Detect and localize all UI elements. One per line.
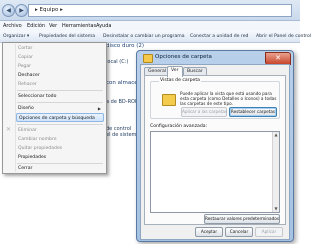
- button-label: Aplicar a las carpetas: [182, 109, 228, 114]
- map-network-drive-button[interactable]: Conectar a unidad de red: [190, 31, 248, 42]
- menu-herramientas[interactable]: Herramientas: [62, 21, 96, 31]
- button-label: Aceptar: [200, 229, 218, 234]
- menu-item-label: Propiedades: [18, 155, 47, 160]
- uninstall-program-button[interactable]: Desinstalar o cambiar un programa: [103, 31, 185, 42]
- menu-item-label: Eliminar: [18, 128, 37, 133]
- menu-item-label: Cerrar: [18, 166, 33, 171]
- apply-button[interactable]: Aplicar: [255, 227, 283, 237]
- button-label: Restablecer carpetas: [230, 109, 276, 114]
- advanced-settings-label: Configuración avanzada:: [150, 124, 208, 129]
- menu-item-label: Rehacer: [18, 82, 37, 87]
- menu-item-folder-options[interactable]: Opciones de carpeta y búsqueda: [16, 113, 104, 122]
- open-control-panel-button[interactable]: Abrir el Panel de control: [256, 31, 311, 42]
- menu-item-label: Copiar: [18, 55, 33, 60]
- tab-label: Buscar: [187, 69, 203, 74]
- local-disk-label[interactable]: local (C:): [106, 59, 128, 65]
- menu-separator: [17, 90, 103, 91]
- system-panel-fragment: el de sistema: [106, 132, 140, 138]
- menu-separator: [17, 102, 103, 103]
- address-bar: ◀ ▶ ▸ Equipo ▸: [0, 0, 300, 21]
- menu-item-label: Cortar: [18, 46, 33, 51]
- menu-archivo[interactable]: Archivo: [3, 21, 22, 31]
- scroll-down-icon[interactable]: ▼: [273, 206, 279, 212]
- close-glyph: ✕: [275, 54, 281, 62]
- menu-item-label: Diseño: [18, 106, 34, 111]
- menu-item-copy[interactable]: Copiar: [16, 53, 104, 62]
- ok-button[interactable]: Aceptar: [195, 227, 223, 237]
- button-label: Restaurar valores predeterminados: [205, 216, 279, 221]
- menu-ver[interactable]: Ver: [49, 21, 57, 31]
- disk-group-header: disco duro (2): [106, 43, 145, 49]
- menu-item-redo[interactable]: Rehacer: [16, 80, 104, 89]
- vertical-scrollbar[interactable]: ▲ ▼: [272, 132, 279, 212]
- menu-item-label: Seleccionar todo: [18, 94, 57, 99]
- menu-item-undo[interactable]: Deshacer: [16, 71, 104, 80]
- menu-item-remove-properties[interactable]: Quitar propiedades: [16, 144, 104, 153]
- menu-item-paste[interactable]: Pegar: [16, 62, 104, 71]
- menu-item-properties[interactable]: Propiedades: [16, 153, 104, 162]
- button-label: Cancelar: [229, 229, 249, 234]
- scroll-up-icon[interactable]: ▲: [273, 132, 279, 138]
- menu-ayuda[interactable]: Ayuda: [96, 21, 111, 31]
- advanced-settings-list[interactable]: ▲ ▼: [150, 131, 280, 213]
- forward-arrow-icon[interactable]: ▶: [15, 4, 28, 17]
- group-label: Vistas de carpeta: [159, 78, 201, 83]
- cancel-button[interactable]: Cancelar: [225, 227, 253, 237]
- tab-label: Ver: [171, 68, 179, 73]
- menu-item-layout[interactable]: Diseño ▶: [16, 104, 104, 113]
- menu-item-delete[interactable]: ✕ Eliminar: [6, 126, 104, 135]
- menu-item-label: Deshacer: [18, 73, 40, 78]
- menu-item-label: Pegar: [18, 64, 32, 69]
- dialog-title: Opciones de carpeta: [155, 54, 212, 60]
- folder-options-dialog: Opciones de carpeta ✕ General Ver Buscar…: [136, 50, 294, 242]
- back-arrow-icon[interactable]: ◀: [2, 4, 15, 17]
- folder-icon: [143, 54, 153, 63]
- menu-item-label: Cambiar nombre: [18, 137, 57, 142]
- folder-icon: [162, 94, 176, 106]
- address-field[interactable]: ▸ Equipo ▸: [28, 4, 292, 17]
- removable-group-header: con almace: [106, 80, 138, 86]
- menu-separator: [17, 124, 103, 125]
- menu-item-rename[interactable]: Cambiar nombre: [16, 135, 104, 144]
- tab-label: General: [148, 69, 167, 74]
- apply-to-folders-button[interactable]: Aplicar a las carpetas: [181, 107, 227, 117]
- tab-panel-view: Vistas de carpeta Puede aplicar la vista…: [144, 75, 286, 225]
- menu-item-cut[interactable]: Cortar: [16, 44, 104, 53]
- dialog-body: General Ver Buscar Vistas de carpeta Pue…: [140, 64, 290, 240]
- button-label: Aplicar: [261, 229, 277, 234]
- menu-edicion[interactable]: Edición: [27, 21, 45, 31]
- delete-icon: ✕: [5, 126, 12, 133]
- organize-button[interactable]: Organizar ▾: [3, 31, 29, 42]
- folder-views-group: Vistas de carpeta Puede aplicar la vista…: [150, 78, 280, 119]
- group-description: Puede aplicar la vista que está usando p…: [180, 91, 277, 106]
- organize-context-menu: Cortar Copiar Pegar Deshacer Rehacer Sel…: [2, 42, 107, 174]
- tab-view[interactable]: Ver: [167, 66, 183, 77]
- menu-item-select-all[interactable]: Seleccionar todo: [16, 92, 104, 101]
- chevron-right-icon: ▶: [97, 106, 101, 111]
- system-properties-button[interactable]: Propiedades del sistema: [39, 31, 95, 42]
- menu-item-label: Quitar propiedades: [18, 146, 63, 151]
- address-text: ▸ Equipo ▸: [35, 7, 63, 13]
- restore-defaults-button[interactable]: Restaurar valores predeterminados: [204, 214, 280, 224]
- menu-item-label: Opciones de carpeta y búsqueda: [19, 116, 95, 121]
- menu-item-close[interactable]: Cerrar: [16, 164, 104, 173]
- reset-folders-button[interactable]: Restablecer carpetas: [229, 107, 277, 117]
